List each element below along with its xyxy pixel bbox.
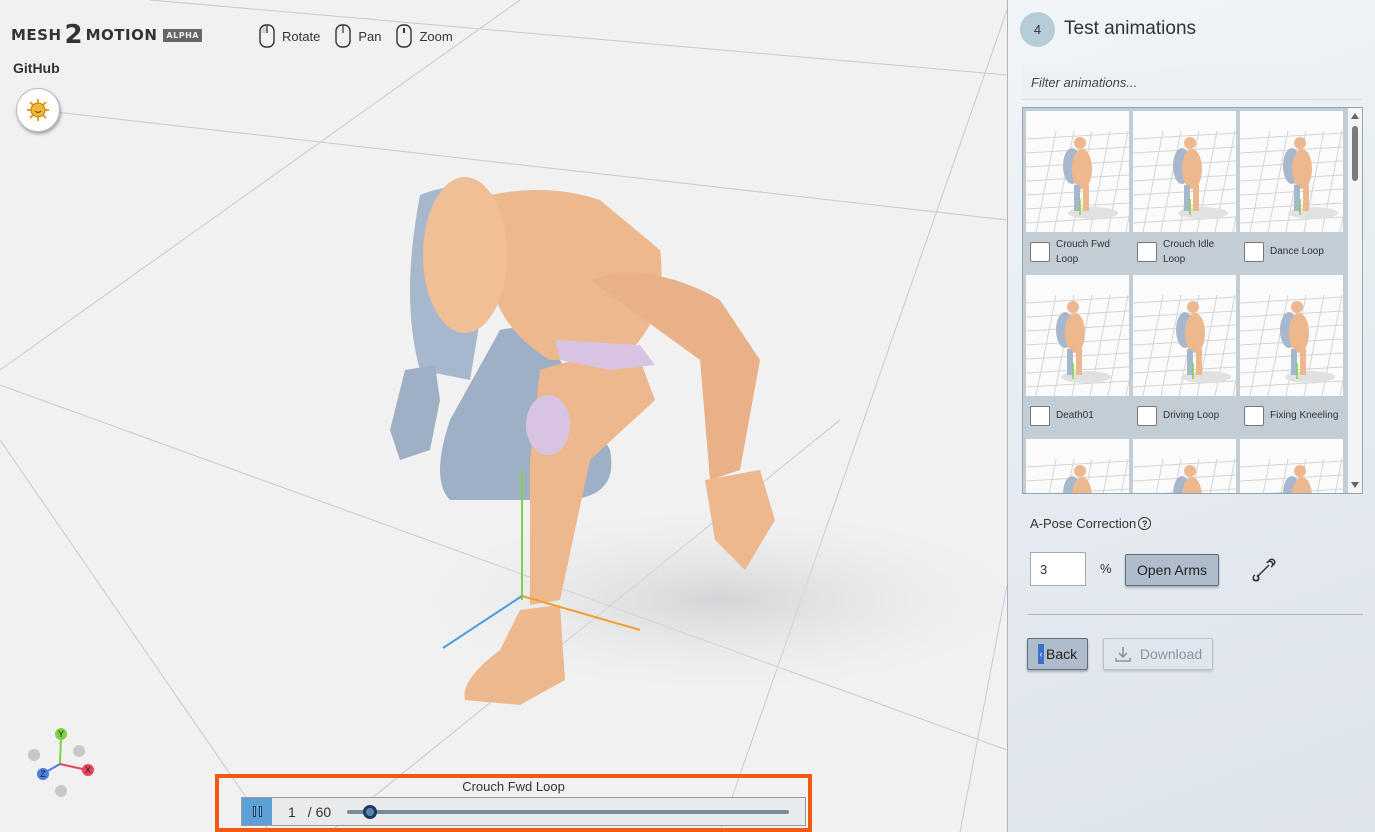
control-hint-pan: Pan bbox=[334, 24, 381, 48]
theme-toggle-button[interactable] bbox=[16, 88, 60, 132]
logo-two: 2 bbox=[64, 20, 83, 50]
download-button[interactable]: Download bbox=[1103, 638, 1213, 670]
side-panel: 4 Test animations Crouch Fwd LoopCrouch … bbox=[1007, 0, 1375, 832]
axis-gizmo[interactable]: Y X Z bbox=[22, 724, 102, 804]
scene-canvas[interactable] bbox=[0, 0, 1007, 832]
animation-thumbnail[interactable] bbox=[1026, 275, 1129, 396]
3d-viewport[interactable]: MESH 2 MOTION ALPHA GitHub Rotate Pan Zo… bbox=[0, 0, 1007, 832]
animation-card-footer[interactable]: Death01 bbox=[1026, 396, 1129, 435]
apose-percent-input[interactable] bbox=[1030, 552, 1086, 586]
animation-card-footer[interactable]: Driving Loop bbox=[1133, 396, 1236, 435]
animation-card[interactable]: Crouch Fwd Loop bbox=[1026, 111, 1129, 271]
animation-card[interactable]: Driving Loop bbox=[1133, 275, 1236, 435]
viewport-controls-hint: Rotate Pan Zoom bbox=[258, 24, 453, 48]
open-arms-button[interactable]: Open Arms bbox=[1125, 554, 1219, 586]
bone-toggle-button[interactable] bbox=[1248, 556, 1278, 586]
timeline-bar: 1 / 60 bbox=[241, 797, 806, 826]
animation-thumbnail[interactable] bbox=[1133, 111, 1236, 232]
timeline-animation-name: Crouch Fwd Loop bbox=[462, 779, 565, 794]
scrollbar-handle[interactable] bbox=[1352, 126, 1358, 181]
apose-correction-label: A-Pose Correction ? bbox=[1030, 516, 1152, 531]
animation-label: Fixing Kneeling bbox=[1270, 410, 1339, 421]
step-title: Test animations bbox=[1064, 18, 1197, 39]
animation-label: Driving Loop bbox=[1163, 410, 1220, 421]
control-label-pan: Pan bbox=[358, 28, 382, 44]
scroll-up-icon[interactable] bbox=[1351, 113, 1359, 119]
mouse-scroll-icon bbox=[396, 24, 413, 48]
animation-label: Crouch Fwd Loop bbox=[1056, 238, 1110, 265]
logo-word-motion: MOTION bbox=[85, 26, 158, 44]
control-hint-zoom: Zoom bbox=[395, 24, 453, 48]
animation-card-footer[interactable]: Crouch Fwd Loop bbox=[1026, 232, 1129, 271]
pause-button[interactable] bbox=[242, 798, 272, 825]
animation-checkbox[interactable] bbox=[1030, 241, 1050, 262]
total-frames: / 60 bbox=[307, 803, 332, 820]
animation-card-footer[interactable]: Fixing Kneeling bbox=[1240, 396, 1343, 435]
github-link[interactable]: GitHub bbox=[13, 60, 60, 76]
animation-card-footer[interactable]: Crouch Idle Loop bbox=[1133, 232, 1236, 271]
animation-card[interactable] bbox=[1026, 439, 1129, 493]
gizmo-x-label: X bbox=[85, 765, 91, 775]
percent-sign: % bbox=[1100, 561, 1112, 576]
animation-timeline: Crouch Fwd Loop 1 / 60 bbox=[215, 774, 812, 832]
frame-scrubber[interactable] bbox=[347, 804, 790, 819]
download-icon bbox=[1115, 647, 1131, 662]
back-button[interactable]: ‹ Back bbox=[1027, 638, 1088, 670]
scroll-down-icon[interactable] bbox=[1351, 482, 1359, 488]
app-logo: MESH 2 MOTION ALPHA bbox=[11, 22, 202, 48]
back-chevron-icon: ‹ bbox=[1038, 644, 1044, 664]
animation-thumbnail[interactable] bbox=[1133, 439, 1236, 493]
animation-label: Dance Loop bbox=[1270, 246, 1324, 257]
control-label-zoom: Zoom bbox=[419, 28, 453, 44]
gizmo-y-label: Y bbox=[58, 729, 64, 739]
animation-thumbnail[interactable] bbox=[1026, 111, 1129, 232]
control-label-rotate: Rotate bbox=[282, 28, 321, 44]
animation-thumbnail[interactable] bbox=[1026, 439, 1129, 493]
animation-thumbnail[interactable] bbox=[1240, 111, 1343, 232]
pause-icon-bar-right bbox=[258, 806, 262, 817]
mouse-middle-icon bbox=[335, 24, 352, 48]
animation-checkbox[interactable] bbox=[1244, 241, 1264, 262]
bone-icon bbox=[1252, 558, 1276, 582]
animation-card[interactable]: Death01 bbox=[1026, 275, 1129, 435]
back-button-label: Back bbox=[1046, 646, 1078, 662]
panel-divider bbox=[1028, 614, 1363, 615]
animation-card[interactable] bbox=[1133, 439, 1236, 493]
animation-card[interactable]: Dance Loop bbox=[1240, 111, 1343, 271]
apose-correction-text: A-Pose Correction bbox=[1030, 516, 1137, 531]
alpha-badge: ALPHA bbox=[163, 28, 202, 42]
animation-card[interactable]: Fixing Kneeling bbox=[1240, 275, 1343, 435]
animation-grid: Crouch Fwd Loop Crouch Idle Loop Dance Loo… bbox=[1026, 111, 1344, 493]
animation-checkbox[interactable] bbox=[1137, 241, 1157, 262]
scrubber-track bbox=[347, 809, 790, 814]
download-button-label: Download bbox=[1139, 646, 1203, 662]
animation-card[interactable]: Crouch Idle Loop bbox=[1133, 111, 1236, 271]
animation-thumbnail[interactable] bbox=[1240, 275, 1343, 396]
animation-checkbox[interactable] bbox=[1244, 405, 1264, 426]
animation-list-scrollbar[interactable] bbox=[1348, 108, 1362, 493]
animation-checkbox[interactable] bbox=[1030, 405, 1050, 426]
help-icon[interactable]: ? bbox=[1138, 517, 1152, 530]
animation-thumbnail[interactable] bbox=[1133, 275, 1236, 396]
logo-word-mesh: MESH bbox=[11, 26, 62, 44]
animation-checkbox[interactable] bbox=[1137, 405, 1157, 426]
filter-animations-input[interactable] bbox=[1022, 66, 1362, 100]
animation-card[interactable] bbox=[1240, 439, 1343, 493]
scrubber-thumb[interactable] bbox=[363, 804, 378, 819]
animation-thumbnail[interactable] bbox=[1240, 439, 1343, 493]
mouse-left-icon bbox=[259, 24, 275, 48]
sun-icon bbox=[27, 99, 49, 121]
gizmo-z-label: Z bbox=[40, 769, 46, 779]
control-hint-rotate: Rotate bbox=[258, 24, 320, 48]
step-number-badge: 4 bbox=[1020, 12, 1055, 47]
animation-card-footer[interactable]: Dance Loop bbox=[1240, 232, 1343, 271]
animation-label: Crouch Idle Loop bbox=[1163, 238, 1215, 265]
animation-label: Death01 bbox=[1056, 410, 1094, 421]
pause-icon-bar-left bbox=[252, 806, 256, 817]
animation-list[interactable]: Crouch Fwd Loop Crouch Idle Loop Dance Loo… bbox=[1022, 107, 1363, 494]
current-frame: 1 bbox=[288, 803, 296, 820]
